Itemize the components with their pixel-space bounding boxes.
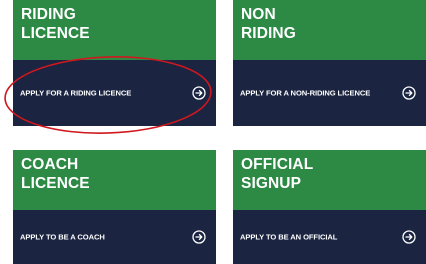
apply-coach-button[interactable]: APPLY TO BE A COACH	[13, 210, 216, 264]
apply-riding-licence-label: APPLY FOR A RIDING LICENCE	[20, 88, 132, 98]
coach-licence-card: COACH LICENCE APPLY TO BE A COACH	[13, 150, 216, 264]
card-title: COACH LICENCE	[21, 155, 201, 193]
arrow-circle-right-icon	[192, 230, 206, 244]
apply-non-riding-licence-button[interactable]: APPLY FOR A NON-RIDING LICENCE	[233, 60, 426, 126]
official-signup-card: OFFICIAL SIGNUP APPLY TO BE AN OFFICIAL	[233, 150, 426, 264]
card-title-line-1: OFFICIAL	[241, 156, 314, 173]
card-title-line-2: LICENCE	[21, 25, 90, 42]
card-title-line-1: NON	[241, 6, 276, 23]
apply-non-riding-licence-label: APPLY FOR A NON-RIDING LICENCE	[240, 88, 371, 98]
card-header: OFFICIAL SIGNUP	[233, 150, 426, 210]
non-riding-card: NON RIDING APPLY FOR A NON-RIDING LICENC…	[233, 0, 426, 126]
card-header: RIDING LICENCE	[13, 0, 216, 60]
arrow-circle-right-icon	[402, 230, 416, 244]
card-title-line-1: RIDING	[21, 6, 76, 23]
card-title: NON RIDING	[241, 5, 421, 43]
apply-official-label: APPLY TO BE AN OFFICIAL	[240, 232, 338, 242]
apply-official-button[interactable]: APPLY TO BE AN OFFICIAL	[233, 210, 426, 264]
apply-coach-label: APPLY TO BE A COACH	[20, 232, 105, 242]
card-title-line-2: SIGNUP	[241, 175, 302, 192]
card-header: NON RIDING	[233, 0, 426, 60]
card-header: COACH LICENCE	[13, 150, 216, 210]
riding-licence-card: RIDING LICENCE APPLY FOR A RIDING LICENC…	[13, 0, 216, 126]
arrow-circle-right-icon	[192, 86, 206, 100]
arrow-circle-right-icon	[402, 86, 416, 100]
licence-card-grid: RIDING LICENCE APPLY FOR A RIDING LICENC…	[0, 0, 426, 264]
card-title-line-2: LICENCE	[21, 175, 90, 192]
card-title-line-2: RIDING	[241, 25, 296, 42]
card-title: OFFICIAL SIGNUP	[241, 155, 421, 193]
card-title: RIDING LICENCE	[21, 5, 201, 43]
card-title-line-1: COACH	[21, 156, 79, 173]
apply-riding-licence-button[interactable]: APPLY FOR A RIDING LICENCE	[13, 60, 216, 126]
